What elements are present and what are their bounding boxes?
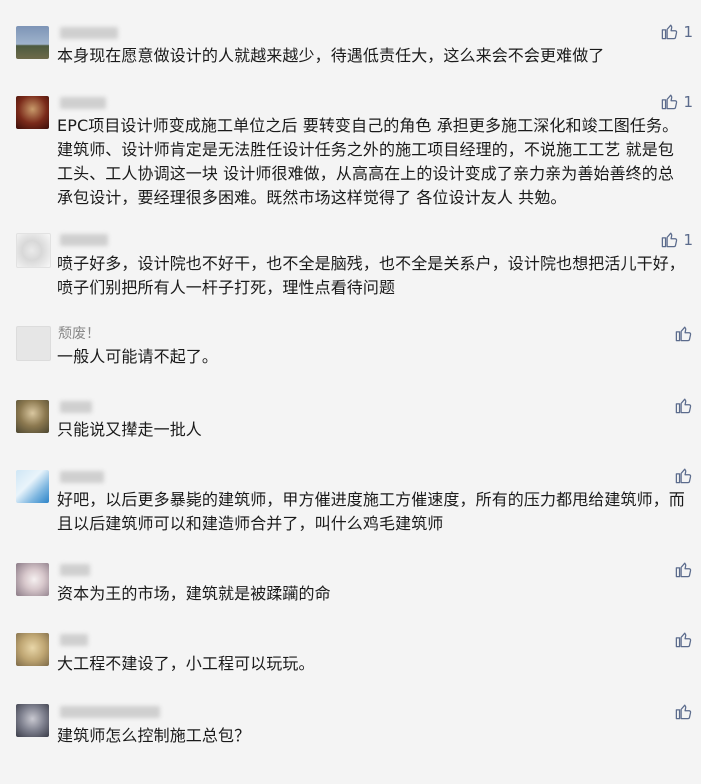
username[interactable] (60, 706, 160, 718)
like-count: 1 (683, 22, 693, 41)
thumbs-up-icon (660, 22, 679, 41)
avatar[interactable] (16, 96, 49, 129)
avatar[interactable] (16, 704, 49, 737)
username[interactable] (60, 401, 92, 413)
like-button[interactable] (674, 630, 693, 649)
like-button[interactable]: 1 (660, 22, 693, 41)
thumbs-up-icon (674, 630, 693, 649)
like-button[interactable] (674, 702, 693, 721)
comment-text: 本身现在愿意做设计的人就越来越少，待遇低责任大，这么来会不会更难做了 (57, 46, 605, 65)
like-button[interactable]: 1 (660, 92, 693, 111)
thumbs-up-icon (674, 560, 693, 579)
thumbs-up-icon (674, 466, 693, 485)
username[interactable] (60, 97, 106, 109)
comment-text: 建筑师怎么控制施工总包？ (57, 726, 251, 745)
avatar[interactable] (16, 233, 51, 268)
like-button[interactable] (674, 324, 693, 343)
username[interactable] (60, 234, 108, 246)
like-button[interactable] (674, 560, 693, 579)
thumbs-up-icon (660, 92, 679, 111)
comment-text: 只能说又撵走一批人 (57, 420, 202, 439)
username[interactable] (60, 27, 118, 39)
like-count: 1 (683, 92, 693, 111)
avatar[interactable] (16, 400, 49, 433)
like-button[interactable] (674, 396, 693, 415)
comment-text: 资本为王的市场，建筑就是被蹂躏的命 (57, 584, 331, 603)
avatar[interactable] (16, 633, 49, 666)
username[interactable] (60, 634, 88, 646)
like-count: 1 (683, 230, 693, 249)
avatar[interactable] (16, 563, 49, 596)
thumbs-up-icon (674, 324, 693, 343)
comment-text: EPC项目设计师变成施工单位之后 要转变自己的角色 承担更多施工深化和竣工图任务… (57, 116, 679, 207)
thumbs-up-icon (674, 702, 693, 721)
thumbs-up-icon (660, 230, 679, 249)
comment-text: 好吧，以后更多暴毙的建筑师，甲方催进度施工方催速度，所有的压力都甩给建筑师，而且… (57, 490, 685, 533)
like-button[interactable]: 1 (660, 230, 693, 249)
avatar[interactable] (16, 326, 51, 361)
username[interactable] (60, 471, 104, 483)
comment-text: 喷子好多，设计院也不好干，也不全是脑残，也不全是关系户，设计院也想把活儿干好，喷… (57, 254, 685, 297)
comment-text: 一般人可能请不起了。 (57, 347, 219, 366)
avatar[interactable] (16, 470, 49, 503)
like-button[interactable] (674, 466, 693, 485)
comment-text: 大工程不建设了，小工程可以玩玩。 (57, 654, 315, 673)
thumbs-up-icon (674, 396, 693, 415)
avatar[interactable] (16, 26, 49, 59)
username[interactable] (60, 564, 90, 576)
username[interactable]: 颓废！ (58, 325, 100, 343)
